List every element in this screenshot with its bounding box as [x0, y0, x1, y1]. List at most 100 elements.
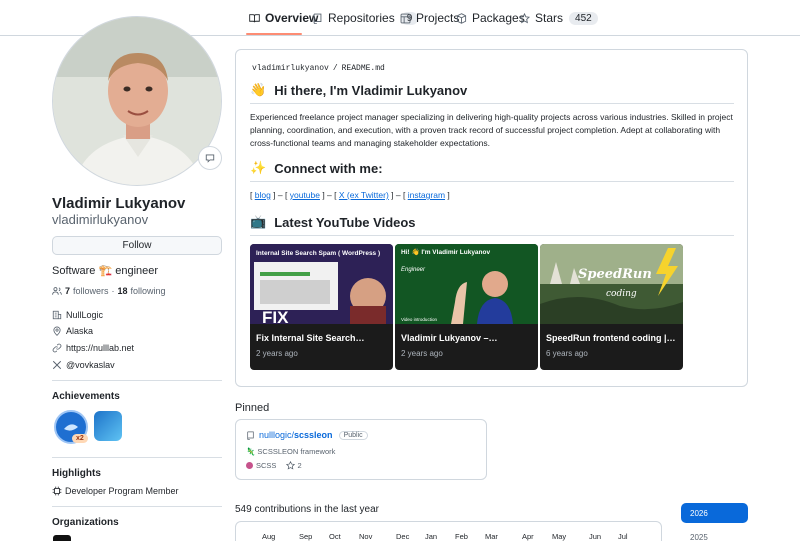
video-title[interactable]: Fix Internal Site Search…: [256, 333, 365, 343]
location-text: Alaska: [66, 326, 94, 336]
pinned-repo-title: nulllogic/scssleon Public: [246, 430, 368, 440]
followers-count[interactable]: 7: [65, 286, 70, 296]
people-icon: [52, 287, 62, 295]
tv-icon: 📺: [250, 214, 267, 229]
year-button-2025[interactable]: 2025: [681, 527, 748, 541]
video-thumbnail: SpeedRun coding: [540, 244, 683, 324]
link-blog[interactable]: blog: [255, 190, 271, 200]
website-link[interactable]: https://nulllab.net: [66, 343, 134, 353]
twitter-link[interactable]: @vovkaslav: [66, 360, 115, 370]
active-tab-indicator: [246, 33, 302, 35]
sparkles-icon: ✨: [250, 160, 267, 175]
avatar[interactable]: [52, 16, 222, 186]
tab-label: Overview: [265, 11, 319, 25]
readme-path-sep: /: [332, 64, 338, 73]
smiley-icon: [205, 154, 215, 163]
month-label: May: [552, 532, 567, 541]
readme-intro: Experienced freelance project manager sp…: [250, 112, 733, 148]
repo-meta: SCSS 2: [246, 461, 302, 470]
sidebar-divider: [52, 380, 222, 381]
company-name[interactable]: NullLogic: [66, 310, 103, 320]
package-icon: [456, 12, 467, 24]
video-title[interactable]: Vladimir Lukyanov –…: [401, 333, 498, 343]
sidebar-divider: [52, 457, 222, 458]
follow-button[interactable]: Follow: [52, 236, 222, 255]
month-label: Dec: [396, 532, 410, 541]
repo-language: SCSS: [256, 461, 277, 470]
video-title[interactable]: SpeedRun frontend coding |…: [546, 333, 676, 343]
tab-stars[interactable]: Stars 452: [519, 8, 598, 28]
star-icon: [519, 12, 530, 23]
achievements-title[interactable]: Achievements: [52, 391, 120, 402]
tab-label: Packages: [472, 11, 525, 25]
organizations-title: Organizations: [52, 517, 119, 528]
repo-name[interactable]: scssleon: [294, 430, 333, 440]
thumb-caption: Internal Site Search Spam ( WordPress ): [256, 250, 380, 257]
link-youtube[interactable]: youtube: [290, 190, 320, 200]
tab-overview[interactable]: Overview: [249, 8, 318, 28]
set-status-button[interactable]: [198, 146, 222, 170]
profile-website: https://nulllab.net: [52, 343, 134, 353]
readme-heading-text: Latest YouTube Videos: [274, 214, 416, 230]
followers-link[interactable]: followers: [73, 286, 109, 296]
pinned-title: Pinned: [235, 402, 270, 414]
contributions-title: 549 contributions in the last year: [235, 504, 379, 515]
year-button-2026[interactable]: 2026: [681, 503, 748, 523]
tab-projects[interactable]: Projects: [400, 8, 459, 28]
thumb-caption: SpeedRun: [578, 267, 652, 282]
social-links: [ blog ] – [ youtube ] – [ X (ex Twitter…: [250, 190, 450, 200]
readme-path: vladimirlukyanov / README.md: [250, 64, 387, 73]
video-card[interactable]: SpeedRun coding SpeedRun frontend coding…: [540, 244, 683, 370]
following-count[interactable]: 18: [118, 286, 128, 296]
follow-stats: 7 followers · 18 following: [52, 286, 166, 296]
month-label: Jul: [618, 532, 628, 541]
tab-count: 452: [569, 11, 598, 25]
highlight-label[interactable]: Developer Program Member: [65, 486, 179, 496]
readme-heading-text: Hi there, I'm Vladimir Lukyanov: [274, 82, 468, 98]
contributions-graph: Aug Sep Oct Nov Dec Jan Feb Mar Apr May …: [235, 521, 662, 541]
organization-avatar[interactable]: [53, 535, 71, 541]
profile-readme: vladimirlukyanov / README.md 👋 Hi there, I…: [235, 49, 748, 387]
separator: ·: [111, 286, 115, 296]
cpu-icon: [52, 486, 62, 496]
repo-owner[interactable]: nulllogic/: [259, 430, 294, 440]
readme-path-user[interactable]: vladimirlukyanov: [252, 64, 329, 73]
profile-username: vladimirlukyanov: [52, 212, 149, 227]
readme-heading-text: Connect with me:: [274, 160, 383, 176]
tab-label: Repositories: [328, 11, 395, 25]
location-icon: [53, 326, 61, 336]
repo-stars[interactable]: 2: [297, 461, 301, 470]
profile-location: Alaska: [52, 326, 93, 336]
thumb-footer: Video introduction: [401, 317, 437, 322]
readme-heading-1: 👋 Hi there, I'm Vladimir Lukyanov: [250, 82, 467, 98]
thumb-tag: coding: [606, 289, 637, 299]
month-label: Nov: [359, 532, 373, 541]
video-date: 6 years ago: [546, 349, 588, 358]
tab-label: Stars: [535, 11, 564, 25]
link-icon: [52, 343, 62, 353]
month-label: Oct: [329, 532, 341, 541]
following-link[interactable]: following: [131, 286, 166, 296]
pinned-repo-card: nulllogic/scssleon Public 🦎 SCSSLEON fra…: [235, 419, 487, 480]
heading-rule: [250, 235, 734, 236]
highlights-title: Highlights: [52, 468, 101, 479]
video-card[interactable]: Hi! 👋 I'm Vladimir Lukyanov Engineer Vid…: [395, 244, 538, 370]
wave-icon: 👋: [250, 82, 267, 97]
thumb-tag: Engineer: [401, 267, 426, 273]
profile-company: NullLogic: [52, 310, 103, 320]
highlight-item: Developer Program Member: [52, 486, 179, 496]
link-instagram[interactable]: instagram: [408, 190, 445, 200]
tab-packages[interactable]: Packages: [456, 8, 525, 28]
video-date: 2 years ago: [256, 349, 298, 358]
link-x[interactable]: X (ex Twitter): [339, 190, 389, 200]
month-label: Jan: [425, 532, 438, 541]
achievement-badge-pair[interactable]: [94, 411, 122, 441]
video-card[interactable]: Internal Site Search Spam ( WordPress ) …: [250, 244, 393, 370]
readme-heading-2: ✨ Connect with me:: [250, 160, 383, 176]
repo-icon: [313, 13, 322, 24]
video-date: 2 years ago: [401, 349, 443, 358]
thumb-tag: FIX: [262, 308, 289, 324]
heading-rule: [250, 103, 734, 104]
sidebar-divider: [52, 506, 222, 507]
month-label: Aug: [262, 532, 276, 541]
